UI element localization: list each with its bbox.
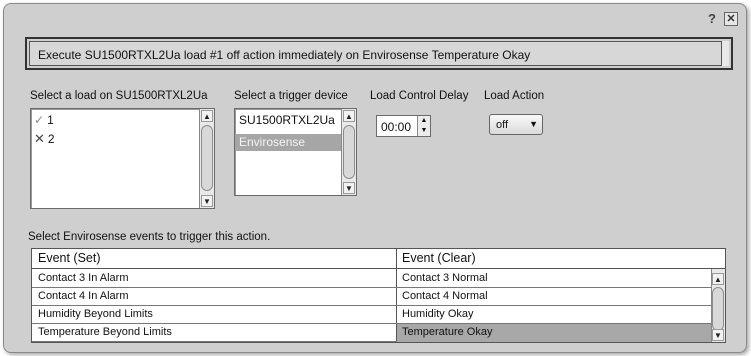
load-listbox[interactable]: ✓ 1 ✕ 2 ▲ ▼ <box>30 108 215 209</box>
delay-spinner[interactable]: 00:00 ▲ ▼ <box>376 115 431 137</box>
load-action-dialog: ? ✕ Execute SU1500RTXL2Ua load #1 off ac… <box>3 3 747 353</box>
column-header-set[interactable]: Event (Set) <box>38 251 101 265</box>
event-clear-cell[interactable]: Humidity Okay <box>402 308 474 320</box>
column-header-clear[interactable]: Event (Clear) <box>402 251 476 265</box>
chevron-down-icon: ▼ <box>529 119 538 129</box>
events-table: Event (Set) Event (Clear) Contact 3 In A… <box>31 248 726 343</box>
scroll-down-arrow-icon[interactable]: ▼ <box>712 329 724 341</box>
trigger-item-su1500[interactable]: SU1500RTXL2Ua <box>239 113 335 127</box>
spin-down-icon[interactable]: ▼ <box>418 126 430 136</box>
scroll-thumb[interactable] <box>712 287 724 331</box>
table-header: Event (Set) Event (Clear) <box>32 249 725 269</box>
events-table-scrollbar[interactable]: ▲ ▼ <box>711 269 725 342</box>
event-set-cell[interactable]: Temperature Beyond Limits <box>38 326 172 338</box>
trigger-list-scrollbar[interactable]: ▲ ▼ <box>341 109 356 195</box>
summary-scrollbar[interactable] <box>721 41 729 66</box>
table-row[interactable]: Contact 3 In Alarm Contact 3 Normal <box>32 270 712 288</box>
x-icon: ✕ <box>34 131 45 146</box>
load-item-label: 1 <box>47 113 54 127</box>
load-item-1[interactable]: ✓ 1 <box>34 113 54 127</box>
events-label: Select Envirosense events to trigger thi… <box>28 231 271 243</box>
table-row[interactable]: Humidity Beyond Limits Humidity Okay <box>32 306 712 324</box>
event-set-cell[interactable]: Humidity Beyond Limits <box>38 308 153 320</box>
load-action-value: off <box>496 119 509 131</box>
load-action-label: Load Action <box>484 90 545 102</box>
help-icon[interactable]: ? <box>706 11 718 26</box>
load-action-select[interactable]: off ▼ <box>489 114 543 135</box>
checkmark-icon: ✓ <box>34 113 45 127</box>
scroll-down-arrow-icon[interactable]: ▼ <box>343 182 355 194</box>
table-row[interactable]: Temperature Beyond Limits Temperature Ok… <box>32 324 712 342</box>
spinner-buttons[interactable]: ▲ ▼ <box>417 116 430 136</box>
table-row[interactable]: Contact 4 In Alarm Contact 4 Normal <box>32 288 712 306</box>
load-list-scrollbar[interactable]: ▲ ▼ <box>199 109 214 208</box>
trigger-item-envirosense[interactable]: Envirosense <box>235 134 341 151</box>
title-controls: ? ✕ <box>706 11 738 26</box>
event-clear-cell-selected[interactable]: Temperature Okay <box>402 326 492 338</box>
load-item-label: 2 <box>47 132 55 146</box>
event-set-cell[interactable]: Contact 3 In Alarm <box>38 272 129 284</box>
trigger-list-label: Select a trigger device <box>234 90 348 102</box>
trigger-device-listbox[interactable]: SU1500RTXL2Ua Envirosense ▲ ▼ <box>234 108 357 196</box>
delay-label: Load Control Delay <box>370 90 469 102</box>
scroll-thumb[interactable] <box>343 125 355 179</box>
scroll-down-arrow-icon[interactable]: ▼ <box>201 195 213 207</box>
action-summary-text: Execute SU1500RTXL2Ua load #1 off action… <box>29 41 729 66</box>
event-clear-cell[interactable]: Contact 3 Normal <box>402 272 488 284</box>
scroll-up-arrow-icon[interactable]: ▲ <box>201 110 213 122</box>
load-item-2[interactable]: ✕ 2 <box>34 131 55 147</box>
event-set-cell[interactable]: Contact 4 In Alarm <box>38 290 129 302</box>
spin-up-icon[interactable]: ▲ <box>418 116 430 126</box>
close-icon[interactable]: ✕ <box>724 11 738 26</box>
scroll-up-arrow-icon[interactable]: ▲ <box>343 110 355 122</box>
event-clear-cell[interactable]: Contact 4 Normal <box>402 290 488 302</box>
delay-value[interactable]: 00:00 <box>381 120 411 134</box>
scroll-thumb[interactable] <box>201 125 213 191</box>
load-list-label: Select a load on SU1500RTXL2Ua <box>30 90 208 102</box>
action-summary-box: Execute SU1500RTXL2Ua load #1 off action… <box>25 37 733 70</box>
scroll-up-arrow-icon[interactable]: ▲ <box>712 273 724 285</box>
